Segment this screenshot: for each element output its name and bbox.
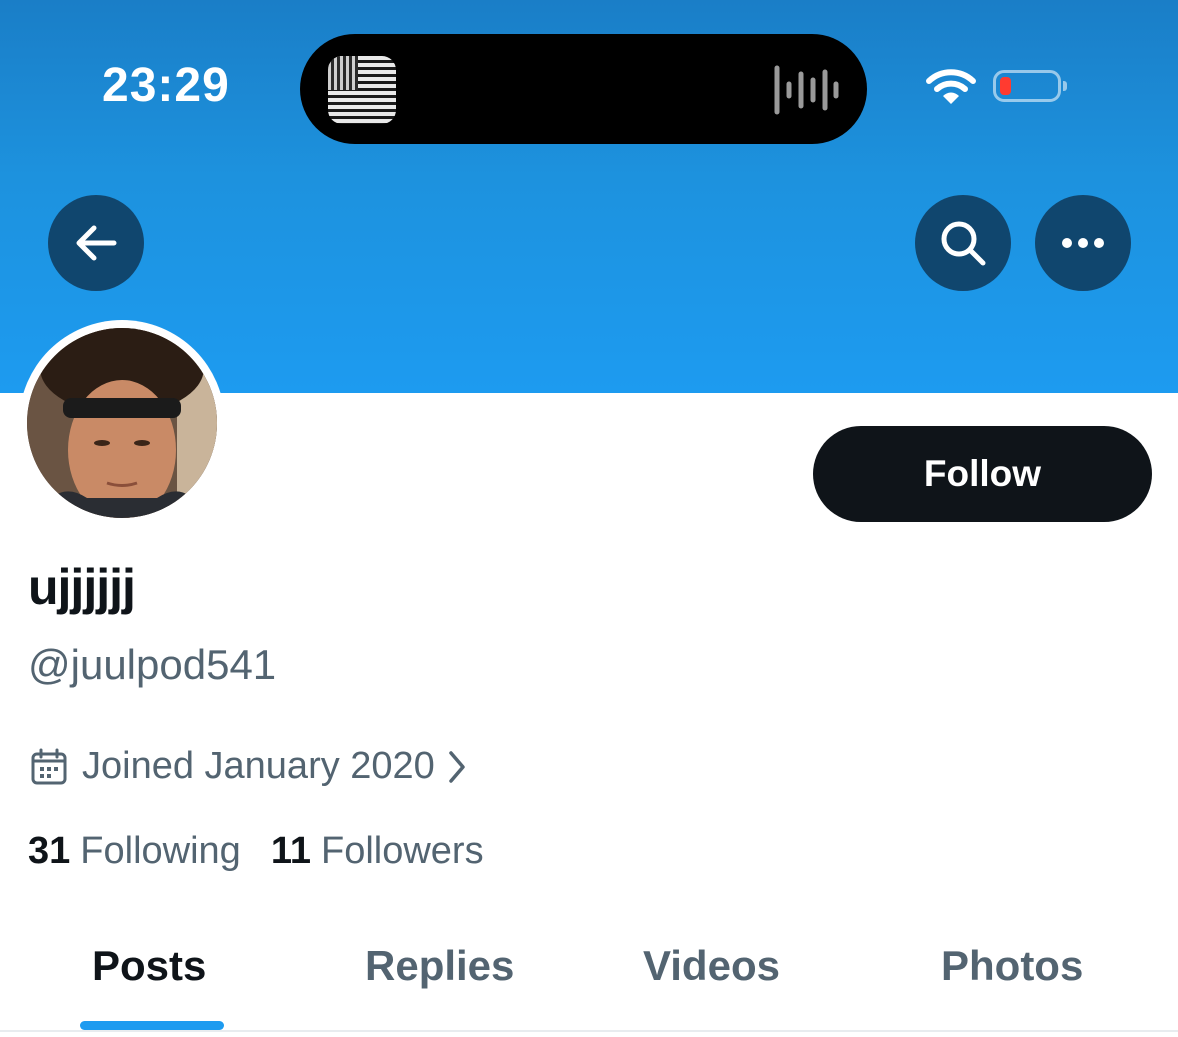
status-time: 23:29 — [102, 59, 230, 112]
more-horizontal-icon — [1062, 238, 1104, 248]
now-playing-artwork[interactable] — [328, 56, 396, 124]
avatar[interactable] — [19, 320, 225, 526]
joined-date-row[interactable]: Joined January 2020 — [30, 745, 467, 788]
tab-videos[interactable]: Videos — [643, 942, 780, 990]
arrow-left-icon — [76, 225, 117, 261]
back-button[interactable] — [48, 195, 144, 291]
audio-waveform-icon — [774, 65, 839, 115]
chevron-right-icon — [447, 750, 467, 784]
tab-replies[interactable]: Replies — [365, 942, 514, 990]
dynamic-island[interactable] — [300, 34, 867, 144]
avatar-photo — [27, 328, 217, 518]
calendar-icon — [30, 748, 68, 786]
tabs-divider — [0, 1030, 1178, 1032]
tab-posts[interactable]: Posts — [92, 942, 206, 990]
search-icon — [941, 221, 986, 266]
display-name: ujjjjjj — [28, 559, 136, 615]
battery-icon — [993, 70, 1067, 102]
follow-button[interactable]: Follow — [813, 426, 1152, 522]
follow-stats: 31 Following 11 Followers — [28, 830, 484, 873]
active-tab-indicator — [80, 1021, 224, 1030]
user-handle: @juulpod541 — [28, 641, 277, 688]
wifi-icon — [926, 69, 976, 104]
search-button[interactable] — [915, 195, 1011, 291]
joined-date-text: Joined January 2020 — [82, 745, 435, 787]
following-link[interactable]: 31 Following — [28, 830, 241, 873]
followers-link[interactable]: 11 Followers — [271, 830, 484, 873]
following-count: 31 — [28, 830, 71, 872]
more-options-button[interactable] — [1035, 195, 1131, 291]
following-label: Following — [80, 830, 241, 872]
tab-photos[interactable]: Photos — [941, 942, 1083, 990]
followers-label: Followers — [320, 830, 484, 872]
followers-count: 11 — [270, 830, 311, 872]
